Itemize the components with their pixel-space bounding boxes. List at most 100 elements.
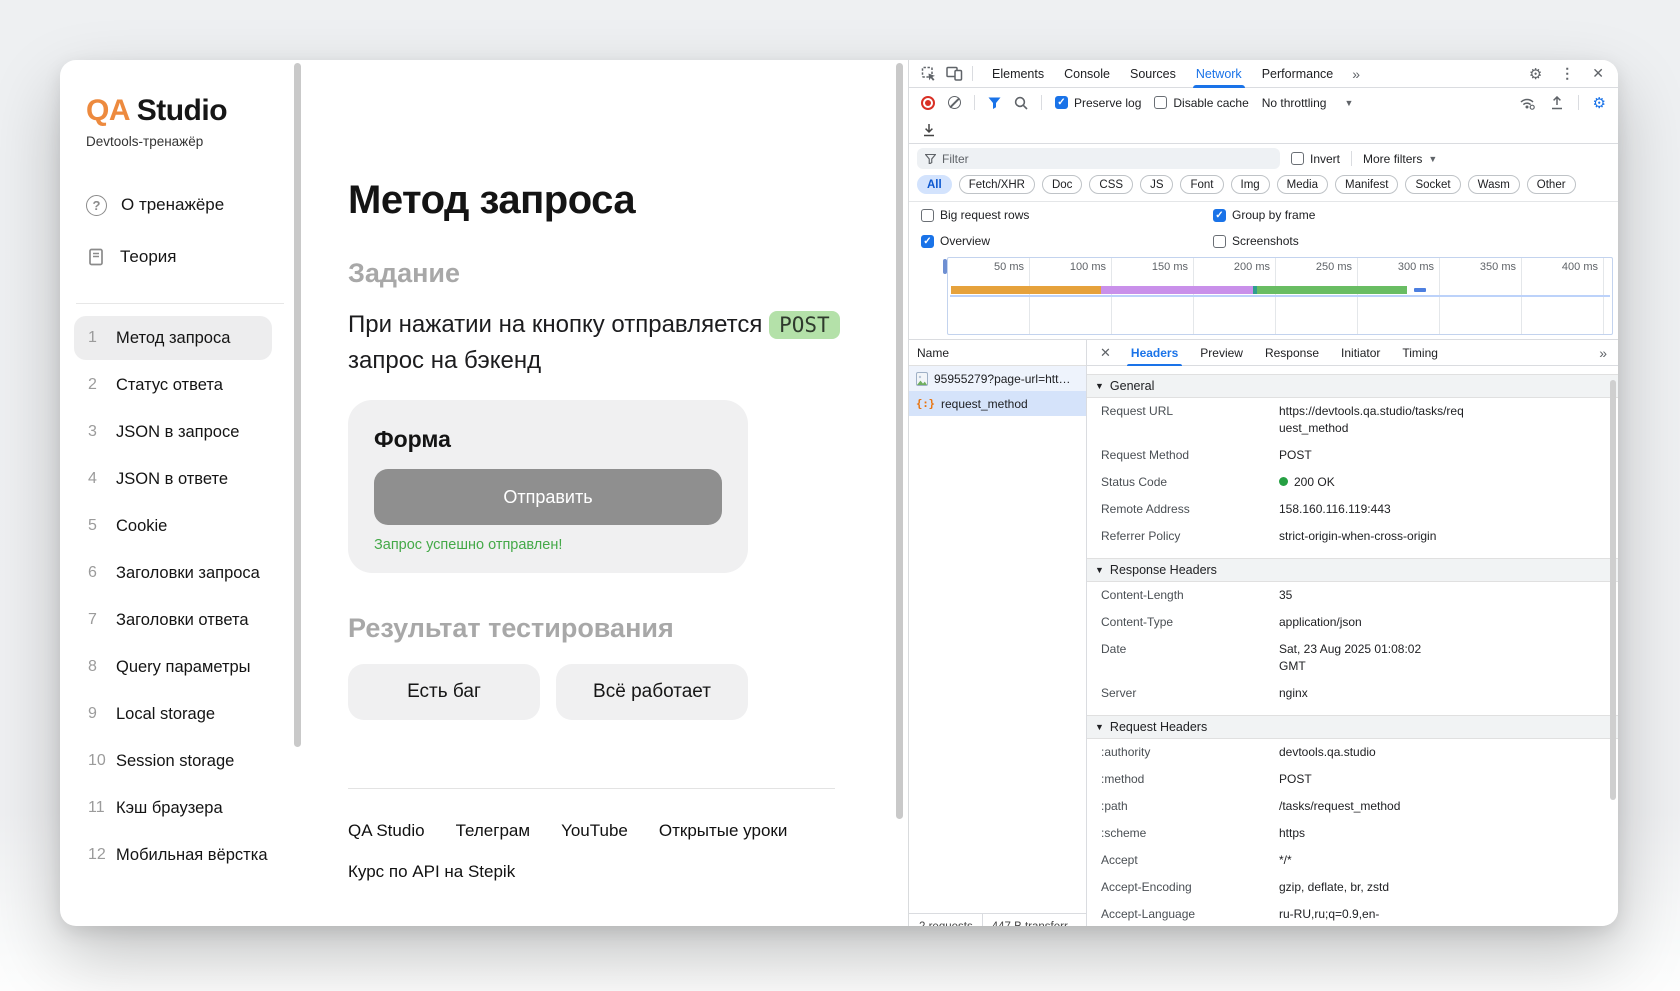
sidebar-scrollbar[interactable] (294, 63, 301, 747)
lesson-number: 10 (88, 752, 106, 769)
result-heading: Результат тестирования (348, 613, 674, 643)
export-har-icon[interactable] (1550, 95, 1564, 110)
lesson-item[interactable]: 9 Local storage (74, 692, 272, 736)
disable-cache-checkbox[interactable]: Disable cache (1154, 96, 1249, 110)
type-chip[interactable]: CSS (1089, 175, 1134, 194)
network-overview-timeline[interactable]: 50 ms 100 ms 150 ms 200 ms 250 ms 300 ms 350 m… (943, 257, 1613, 335)
record-icon[interactable] (921, 95, 935, 110)
checkbox-unchecked-icon (921, 208, 934, 222)
result-buttons: Есть баг Всё работает (348, 664, 908, 720)
screenshots-checkbox[interactable]: Screenshots (1213, 234, 1299, 248)
devtools-tab[interactable]: Sources (1120, 60, 1186, 88)
lesson-item[interactable]: 1 Метод запроса (74, 316, 272, 360)
import-har-icon[interactable] (922, 123, 936, 137)
brand-logo: QA Studio (86, 94, 308, 128)
network-conditions-icon[interactable] (1519, 96, 1536, 110)
submit-button[interactable]: Отправить (374, 469, 722, 525)
lesson-item[interactable]: 5 Cookie (74, 504, 272, 548)
device-toolbar-icon[interactable] (946, 66, 963, 81)
details-tab[interactable]: Timing (1391, 340, 1449, 366)
sidebar-item-about[interactable]: ? О тренажёре (86, 191, 308, 219)
section-header[interactable]: ▼ General (1087, 374, 1618, 398)
header-row: Referrer Policy strict-origin-when-cross… (1087, 523, 1618, 550)
lesson-item[interactable]: 6 Заголовки запроса (74, 551, 272, 595)
method-badge: POST (769, 311, 840, 339)
close-devtools-icon[interactable]: ✕ (1592, 65, 1604, 82)
footer-link[interactable]: Открытые уроки (659, 821, 787, 841)
type-chip[interactable]: Wasm (1467, 175, 1520, 194)
separator (1041, 95, 1042, 110)
type-chip[interactable]: Manifest (1335, 175, 1399, 194)
details-tab[interactable]: Headers (1120, 340, 1189, 366)
header-value: https (1279, 825, 1501, 842)
section-header[interactable]: ▼ Response Headers (1087, 558, 1618, 582)
footer-link[interactable]: Телеграм (456, 821, 531, 841)
devtools-tab[interactable]: Performance (1252, 60, 1344, 88)
filter-funnel-icon[interactable] (988, 97, 1001, 109)
name-column-header[interactable]: Name (909, 340, 1086, 366)
devtools-tab[interactable]: Console (1054, 60, 1120, 88)
type-chip[interactable]: Doc (1041, 175, 1083, 194)
separator (1577, 95, 1579, 110)
inspect-icon[interactable] (921, 66, 937, 82)
request-row[interactable]: {:} request_method (909, 391, 1086, 416)
request-row[interactable]: {:} 95955279?page-url=htt… (909, 366, 1086, 391)
details-tab[interactable]: Preview (1189, 340, 1254, 366)
settings-gear-icon[interactable]: ⚙ (1529, 65, 1542, 83)
form-card: Форма Отправить Запрос успешно отправлен… (348, 400, 748, 573)
more-detail-tabs-icon[interactable]: » (1599, 345, 1614, 361)
network-settings-gear-icon[interactable]: ⚙ (1593, 94, 1606, 112)
lesson-item[interactable]: 12 Мобильная вёрстка (74, 833, 272, 877)
footer-link[interactable]: YouTube (561, 821, 628, 841)
bug-button[interactable]: Есть баг (348, 664, 540, 720)
devtools-tabs: Elements Console Sources Network Performance (982, 60, 1344, 88)
details-scrollbar[interactable] (1610, 380, 1616, 800)
devtools-tab[interactable]: Network (1186, 60, 1252, 88)
header-row: Request Method POST (1087, 442, 1618, 469)
devtools-tab[interactable]: Elements (982, 60, 1054, 88)
type-chip[interactable]: Other (1526, 175, 1576, 194)
big-request-rows-checkbox[interactable]: Big request rows (921, 208, 1213, 222)
preserve-log-checkbox[interactable]: ✓ Preserve log (1055, 96, 1141, 110)
header-row: Request URL https://devtools.qa.studio/t… (1087, 398, 1618, 442)
lesson-item[interactable]: 10 Session storage (74, 739, 272, 783)
lesson-item[interactable]: 8 Query параметры (74, 645, 272, 689)
type-chip[interactable]: Fetch/XHR (958, 175, 1035, 194)
type-chip[interactable]: Img (1230, 175, 1270, 194)
more-tabs-icon[interactable]: » (1352, 66, 1360, 82)
sidebar: QA Studio Devtools-тренажёр ? О тренажёр… (60, 60, 308, 926)
more-options-icon[interactable]: ⋮ (1560, 65, 1574, 82)
lesson-item[interactable]: 2 Статус ответа (74, 363, 272, 407)
headers-section: ▼ Request Headers :authority devtools.qa… (1087, 715, 1618, 926)
headers-body: ▼ General Request URL https://devtools.q… (1087, 366, 1618, 926)
works-button[interactable]: Всё работает (556, 664, 748, 720)
throttling-dropdown[interactable]: No throttling ▼ (1262, 96, 1354, 110)
clear-icon[interactable] (948, 96, 961, 109)
more-filters-dropdown[interactable]: More filters ▼ (1363, 152, 1437, 166)
main-scrollbar[interactable] (896, 63, 903, 819)
search-icon[interactable] (1014, 96, 1028, 110)
value-lines: 35 (1279, 588, 1292, 602)
lesson-item[interactable]: 3 JSON в запросе (74, 410, 272, 454)
group-by-frame-checkbox[interactable]: ✓ Group by frame (1213, 208, 1315, 222)
header-key: Referrer Policy (1101, 529, 1181, 543)
footer-link-stepik[interactable]: Курс по API на Stepik (348, 862, 908, 882)
invert-checkbox[interactable]: Invert (1291, 152, 1340, 166)
section-header[interactable]: ▼ Request Headers (1087, 715, 1618, 739)
type-chip[interactable]: Media (1276, 175, 1328, 194)
type-chip[interactable]: JS (1140, 175, 1174, 194)
type-chip[interactable]: Socket (1405, 175, 1461, 194)
sidebar-item-theory[interactable]: Теория (86, 243, 308, 271)
details-tab[interactable]: Initiator (1330, 340, 1391, 366)
close-details-icon[interactable]: ✕ (1091, 345, 1120, 361)
type-chip[interactable]: Font (1180, 175, 1224, 194)
lesson-item[interactable]: 11 Кэш браузера (74, 786, 272, 830)
overview-checkbox[interactable]: ✓ Overview (921, 234, 1213, 248)
lesson-item[interactable]: 7 Заголовки ответа (74, 598, 272, 642)
footer-link[interactable]: QA Studio (348, 821, 425, 841)
filter-input[interactable] (942, 151, 1272, 166)
type-chip[interactable]: All (917, 175, 952, 194)
timeline-handle[interactable] (943, 259, 947, 274)
lesson-item[interactable]: 4 JSON в ответе (74, 457, 272, 501)
details-tab[interactable]: Response (1254, 340, 1330, 366)
